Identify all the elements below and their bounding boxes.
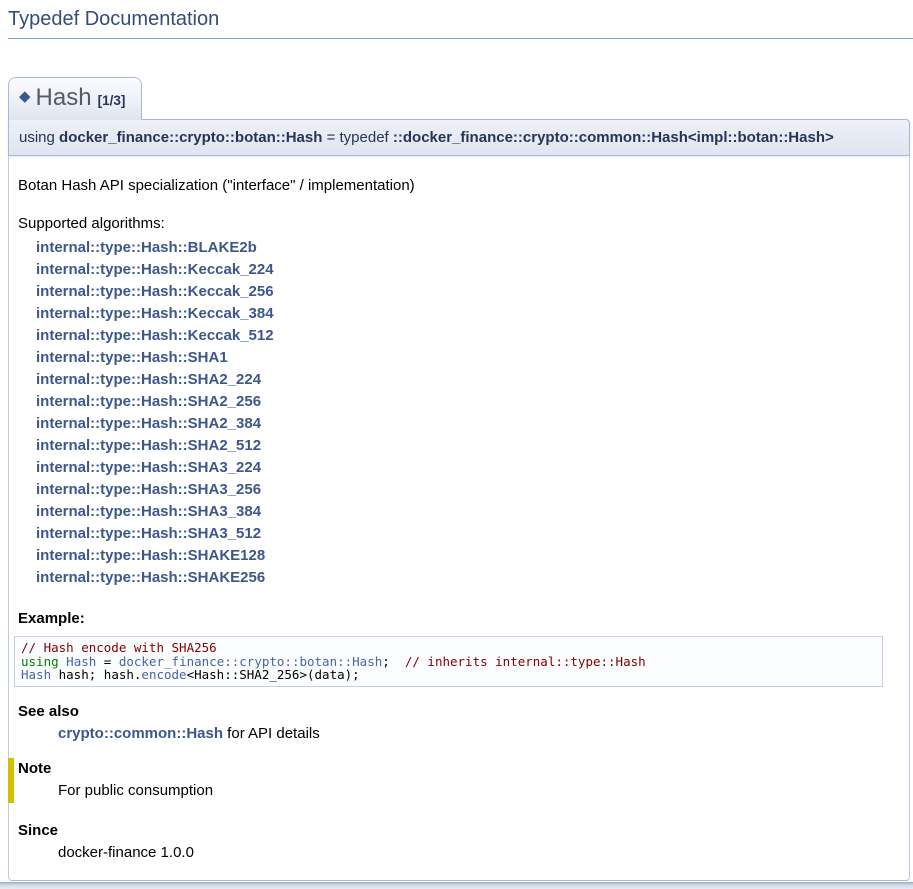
algorithm-link[interactable]: internal::type::Hash::SHA3_224 <box>36 457 261 479</box>
permalink-diamond-icon[interactable]: ◆ <box>19 82 31 112</box>
see-also-section: See also crypto::common::Hash for API de… <box>18 702 893 743</box>
since-text: docker-finance 1.0.0 <box>58 843 893 862</box>
algorithm-link[interactable]: internal::type::Hash::SHAKE128 <box>36 545 265 567</box>
code-symbol-link[interactable]: encode <box>141 667 186 682</box>
since-section: Since docker-finance 1.0.0 <box>18 821 893 862</box>
member-description: Botan Hash API specialization ("interfac… <box>18 176 893 195</box>
code-line: // Hash encode with SHA256 <box>21 641 876 655</box>
note-label: Note <box>18 759 893 778</box>
algorithm-link[interactable]: internal::type::Hash::SHA3_384 <box>36 501 261 523</box>
member-overload-count: [1/3] <box>98 93 126 108</box>
since-label: Since <box>18 821 893 840</box>
code-token-plain: <Hash::SHA2_256>(data); <box>187 667 360 682</box>
member-name: Hash <box>36 84 92 111</box>
algorithm-link[interactable]: internal::type::Hash::Keccak_224 <box>36 259 274 281</box>
typedef-documentation-page: Typedef Documentation ◆Hash[1/3] using d… <box>0 0 913 881</box>
page-title: Typedef Documentation <box>8 6 913 39</box>
code-example-block: // Hash encode with SHA256using Hash = d… <box>14 636 883 687</box>
algorithm-link[interactable]: internal::type::Hash::Keccak_512 <box>36 325 274 347</box>
note-section: Note For public consumption <box>8 758 893 803</box>
code-symbol-link[interactable]: Hash <box>21 667 51 682</box>
algorithm-link[interactable]: internal::type::Hash::SHA3_256 <box>36 479 261 501</box>
declaration-middle: = typedef <box>322 129 392 146</box>
supported-algorithms-label: Supported algorithms: <box>18 214 893 233</box>
code-token-plain: hash; hash. <box>51 667 141 682</box>
example-label: Example: <box>18 610 893 627</box>
code-token-plain: ; <box>382 654 405 669</box>
note-text: For public consumption <box>58 781 893 800</box>
declaration-prefix: using <box>19 129 59 146</box>
algorithm-link[interactable]: internal::type::Hash::BLAKE2b <box>36 237 257 259</box>
see-also-label: See also <box>18 702 893 721</box>
member-tab-hash: ◆Hash [1/3] <box>8 77 142 120</box>
algorithm-link[interactable]: internal::type::Hash::Keccak_256 <box>36 281 274 303</box>
see-also-suffix: for API details <box>223 725 320 742</box>
declaration-type: ::docker_finance::crypto::common::Hash<i… <box>393 129 834 146</box>
section-divider-bar <box>0 882 913 889</box>
algorithm-link[interactable]: internal::type::Hash::SHA2_224 <box>36 369 261 391</box>
see-also-content: crypto::common::Hash for API details <box>58 724 893 743</box>
algorithm-link-list: internal::type::Hash::BLAKE2binternal::t… <box>36 237 893 589</box>
algorithm-link[interactable]: internal::type::Hash::SHA1 <box>36 347 228 369</box>
member-documentation: Botan Hash API specialization ("interfac… <box>8 156 910 881</box>
algorithm-link[interactable]: internal::type::Hash::SHAKE256 <box>36 567 265 589</box>
algorithm-link[interactable]: internal::type::Hash::SHA2_512 <box>36 435 261 457</box>
code-line: Hash hash; hash.encode<Hash::SHA2_256>(d… <box>21 668 876 682</box>
algorithm-link[interactable]: internal::type::Hash::SHA2_256 <box>36 391 261 413</box>
member-item-hash: ◆Hash[1/3] using docker_finance::crypto:… <box>8 77 910 881</box>
member-prototype: using docker_finance::crypto::botan::Has… <box>8 119 910 156</box>
code-line: using Hash = docker_finance::crypto::bot… <box>21 655 876 669</box>
see-also-link[interactable]: crypto::common::Hash <box>58 725 223 742</box>
declaration-name: docker_finance::crypto::botan::Hash <box>59 129 322 146</box>
algorithm-link[interactable]: internal::type::Hash::Keccak_384 <box>36 303 274 325</box>
code-token-comment: // inherits internal::type::Hash <box>405 654 646 669</box>
algorithm-link[interactable]: internal::type::Hash::SHA2_384 <box>36 413 261 435</box>
algorithm-link[interactable]: internal::type::Hash::SHA3_512 <box>36 523 261 545</box>
